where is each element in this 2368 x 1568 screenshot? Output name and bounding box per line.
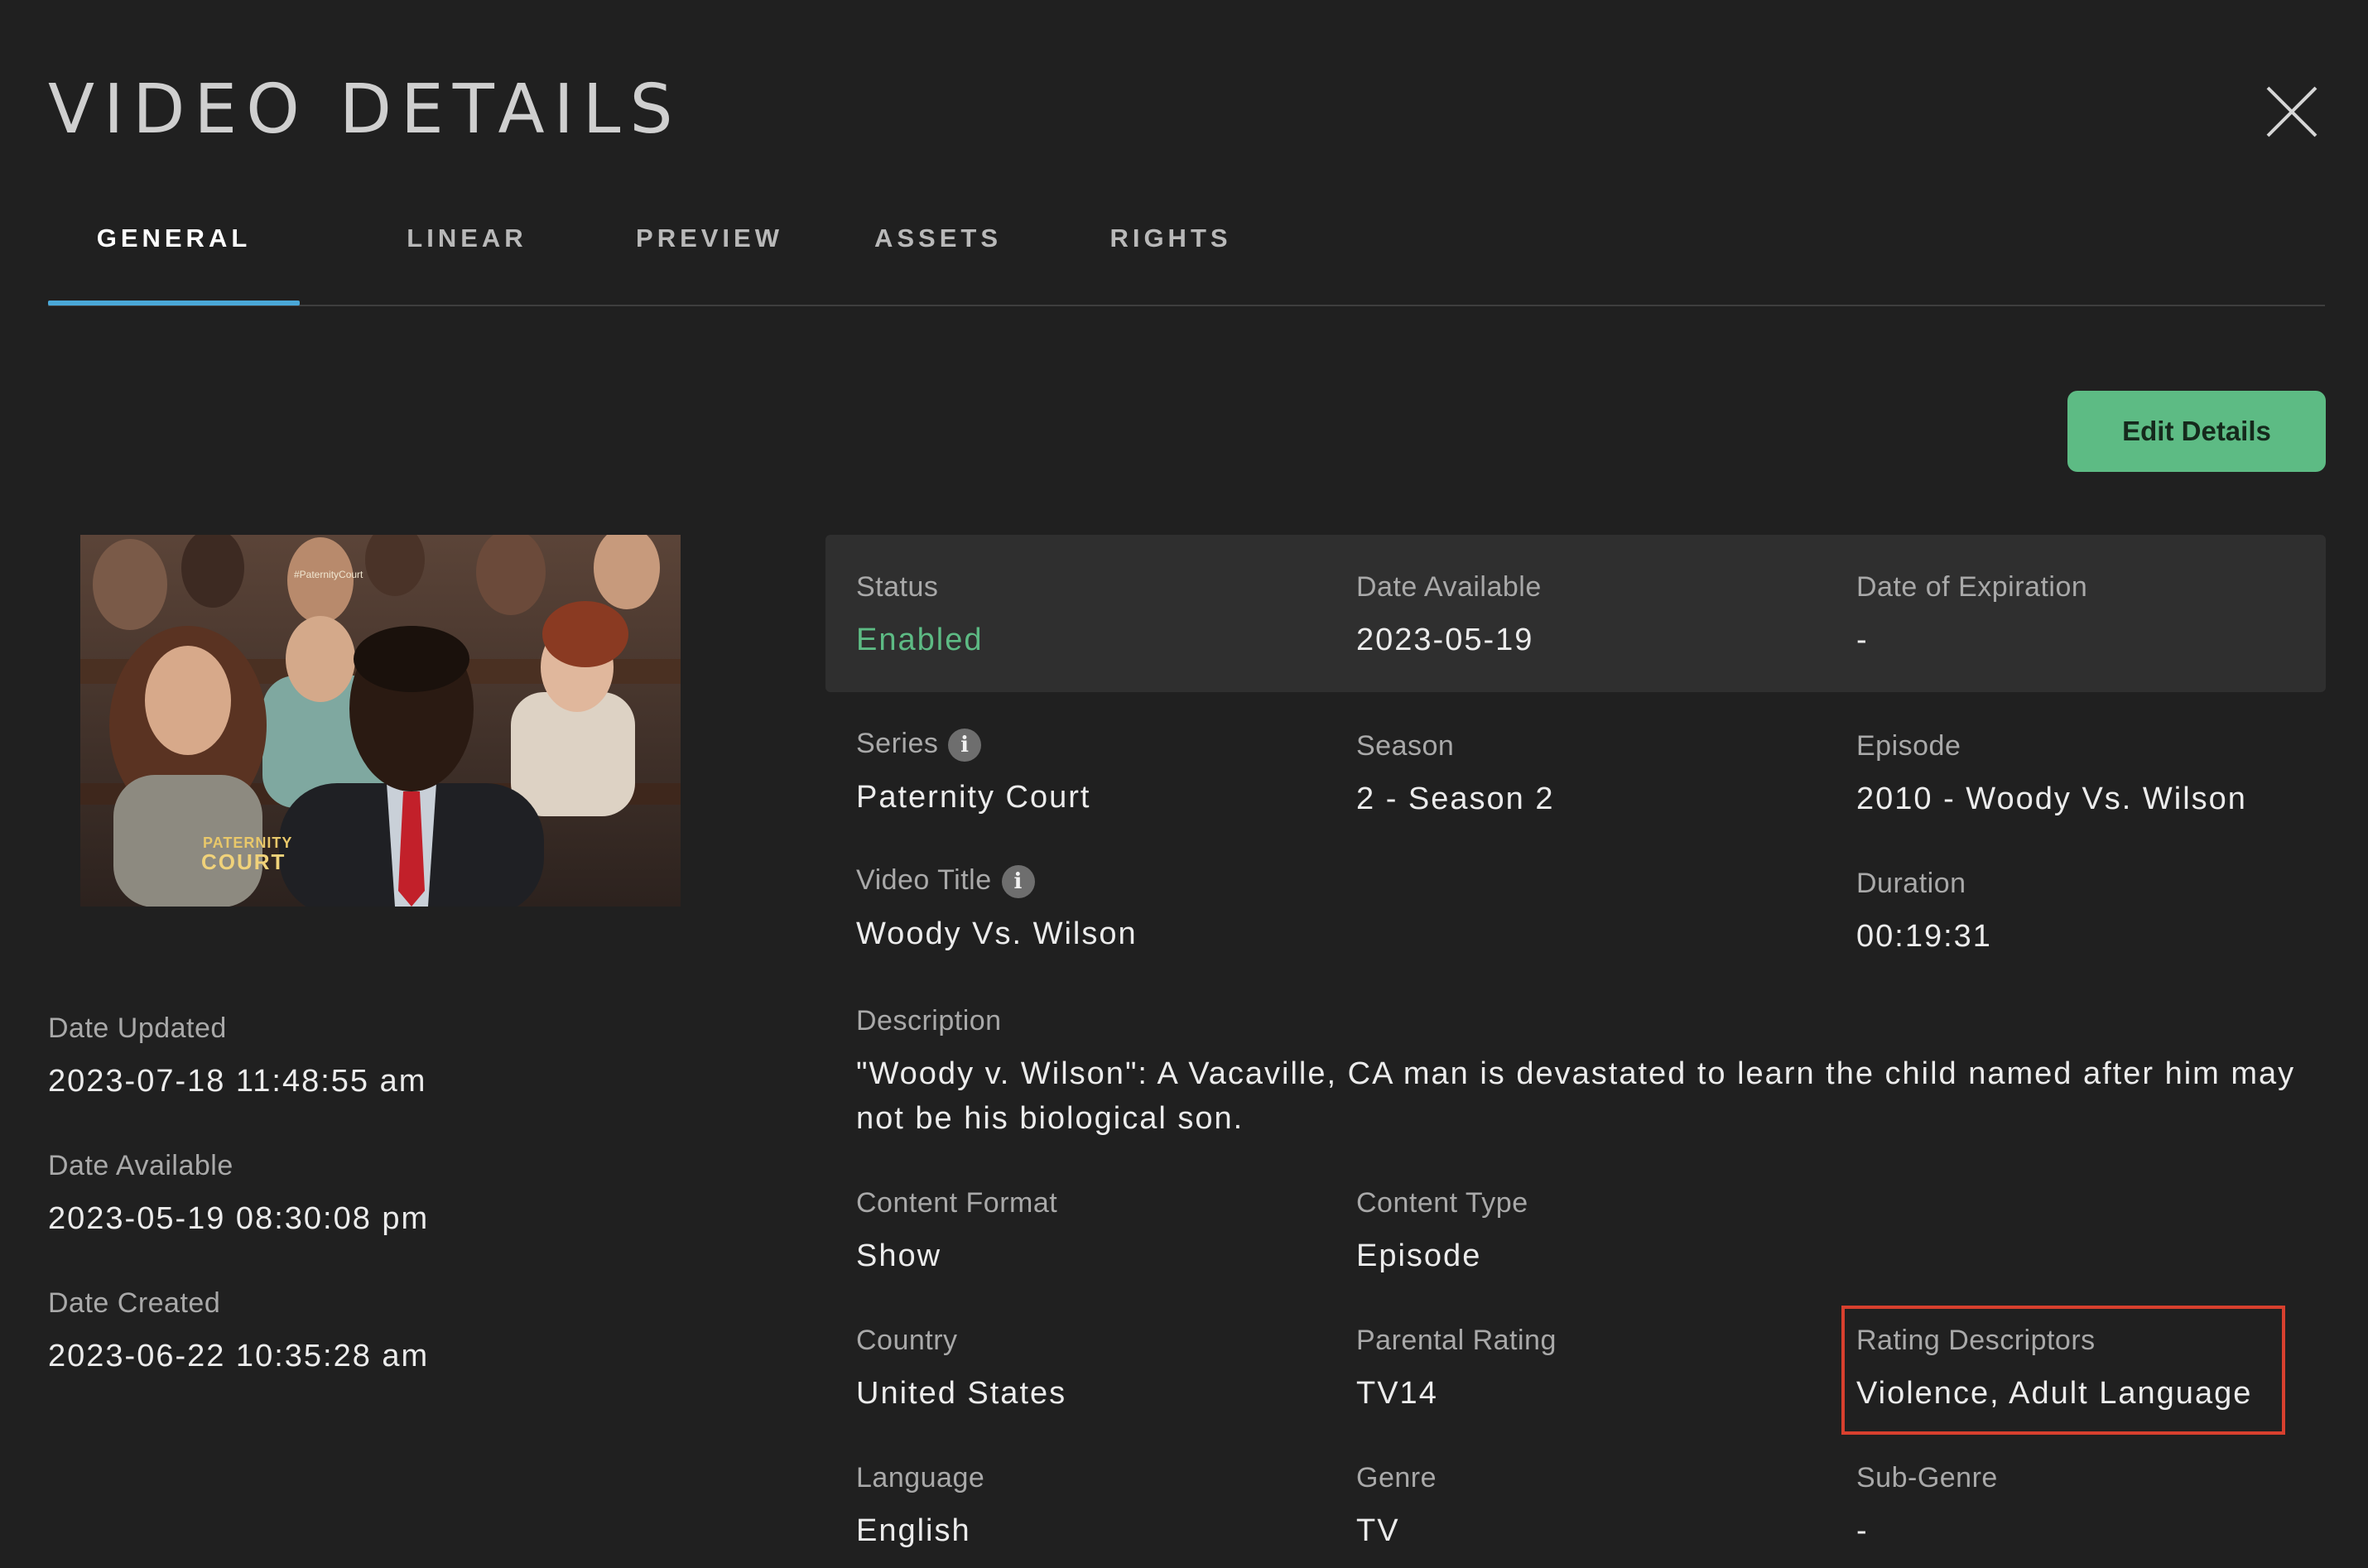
status-panel	[825, 535, 2326, 692]
date-created-field: Date Created 2023-06-22 10:35:28 am	[48, 1289, 429, 1372]
thumbnail-hashtag: #PaternityCourt	[294, 569, 363, 580]
series-field: Series i Paternity Court	[856, 729, 1090, 813]
series-label: Series	[856, 727, 939, 759]
thumbnail-logo-line2: COURT	[201, 849, 286, 874]
language-field: Language English	[856, 1464, 984, 1546]
date-available-value: 2023-05-19 08:30:08 pm	[48, 1201, 430, 1236]
close-icon	[2266, 86, 2317, 137]
thumbnail-scene: #PaternityCourt PATERNITY COURT	[80, 535, 681, 907]
duration-field: Duration 00:19:31	[1856, 869, 1992, 952]
content-type-value: Episode	[1356, 1239, 1482, 1273]
language-value: English	[856, 1513, 971, 1548]
date-created-label: Date Created	[48, 1287, 221, 1319]
status-date-available-label: Date Available	[1356, 571, 1542, 603]
duration-label: Duration	[1856, 868, 1966, 899]
subgenre-field: Sub-Genre -	[1856, 1464, 1998, 1546]
page-title: VIDEO DETAILS	[48, 70, 682, 149]
country-field: Country United States	[856, 1326, 1066, 1409]
date-available-field: Date Available 2023-05-19 08:30:08 pm	[48, 1152, 429, 1234]
video-thumbnail: #PaternityCourt PATERNITY COURT	[80, 535, 681, 907]
tab-linear[interactable]: LINEAR	[359, 199, 575, 303]
season-label: Season	[1356, 730, 1455, 762]
thumbnail-logo-line1: PATERNITY	[203, 835, 292, 851]
date-updated-field: Date Updated 2023-07-18 11:48:55 am	[48, 1014, 426, 1097]
status-date-available-value: 2023-05-19	[1356, 623, 1534, 657]
video-title-label: Video Title	[856, 863, 992, 896]
genre-value: TV	[1356, 1513, 1400, 1548]
season-value: 2 - Season 2	[1356, 782, 1555, 816]
episode-value: 2010 - Woody Vs. Wilson	[1856, 782, 2247, 816]
status-date-available-field: Date Available 2023-05-19	[1356, 573, 1542, 656]
season-field: Season 2 - Season 2	[1356, 732, 1554, 815]
parental-rating-field: Parental Rating TV14	[1356, 1326, 1557, 1409]
subgenre-value: -	[1856, 1513, 1869, 1548]
tab-rights[interactable]: RIGHTS	[1065, 199, 1277, 303]
description-field: Description "Woody v. Wilson": A Vacavil…	[856, 1007, 2330, 1141]
duration-value: 00:19:31	[1856, 919, 1992, 954]
episode-field: Episode 2010 - Woody Vs. Wilson	[1856, 732, 2247, 815]
subgenre-label: Sub-Genre	[1856, 1462, 1998, 1493]
parental-rating-value: TV14	[1356, 1376, 1438, 1411]
highlight-box	[1841, 1306, 2285, 1435]
edit-details-button[interactable]: Edit Details	[2067, 391, 2326, 472]
content-type-field: Content Type Episode	[1356, 1189, 1528, 1272]
close-button[interactable]	[2263, 83, 2321, 141]
description-value: "Woody v. Wilson": A Vacaville, CA man i…	[856, 1056, 2296, 1136]
episode-label: Episode	[1856, 730, 1961, 762]
tab-preview[interactable]: PREVIEW	[596, 199, 823, 303]
content-format-label: Content Format	[856, 1187, 1058, 1219]
series-label-row: Series i	[856, 729, 1090, 762]
content-type-label: Content Type	[1356, 1187, 1528, 1219]
status-label: Status	[856, 571, 939, 603]
expiration-label: Date of Expiration	[1856, 571, 2088, 603]
date-updated-value: 2023-07-18 11:48:55 am	[48, 1064, 427, 1099]
country-label: Country	[856, 1325, 958, 1356]
status-value: Enabled	[856, 623, 984, 657]
video-title-value: Woody Vs. Wilson	[856, 916, 1138, 951]
video-title-label-row: Video Title i	[856, 865, 1138, 898]
tab-bar: GENERAL LINEAR PREVIEW ASSETS RIGHTS	[48, 199, 2325, 306]
language-label: Language	[856, 1462, 985, 1493]
tab-assets[interactable]: ASSETS	[835, 199, 1042, 303]
date-available-label: Date Available	[48, 1150, 233, 1181]
expiration-field: Date of Expiration -	[1856, 573, 2087, 656]
description-label: Description	[856, 1005, 1002, 1037]
content-format-value: Show	[856, 1239, 942, 1273]
date-created-value: 2023-06-22 10:35:28 am	[48, 1339, 430, 1373]
genre-field: Genre TV	[1356, 1464, 1437, 1546]
info-icon[interactable]: i	[948, 729, 982, 762]
video-title-field: Video Title i Woody Vs. Wilson	[856, 865, 1138, 950]
content-format-field: Content Format Show	[856, 1189, 1057, 1272]
country-value: United States	[856, 1376, 1067, 1411]
genre-label: Genre	[1356, 1462, 1437, 1493]
info-icon[interactable]: i	[1001, 865, 1035, 898]
date-updated-label: Date Updated	[48, 1012, 227, 1044]
tab-general[interactable]: GENERAL	[48, 199, 300, 305]
series-value: Paternity Court	[856, 780, 1091, 815]
status-field: Status Enabled	[856, 573, 983, 656]
expiration-value: -	[1856, 623, 1869, 657]
parental-rating-label: Parental Rating	[1356, 1325, 1557, 1356]
